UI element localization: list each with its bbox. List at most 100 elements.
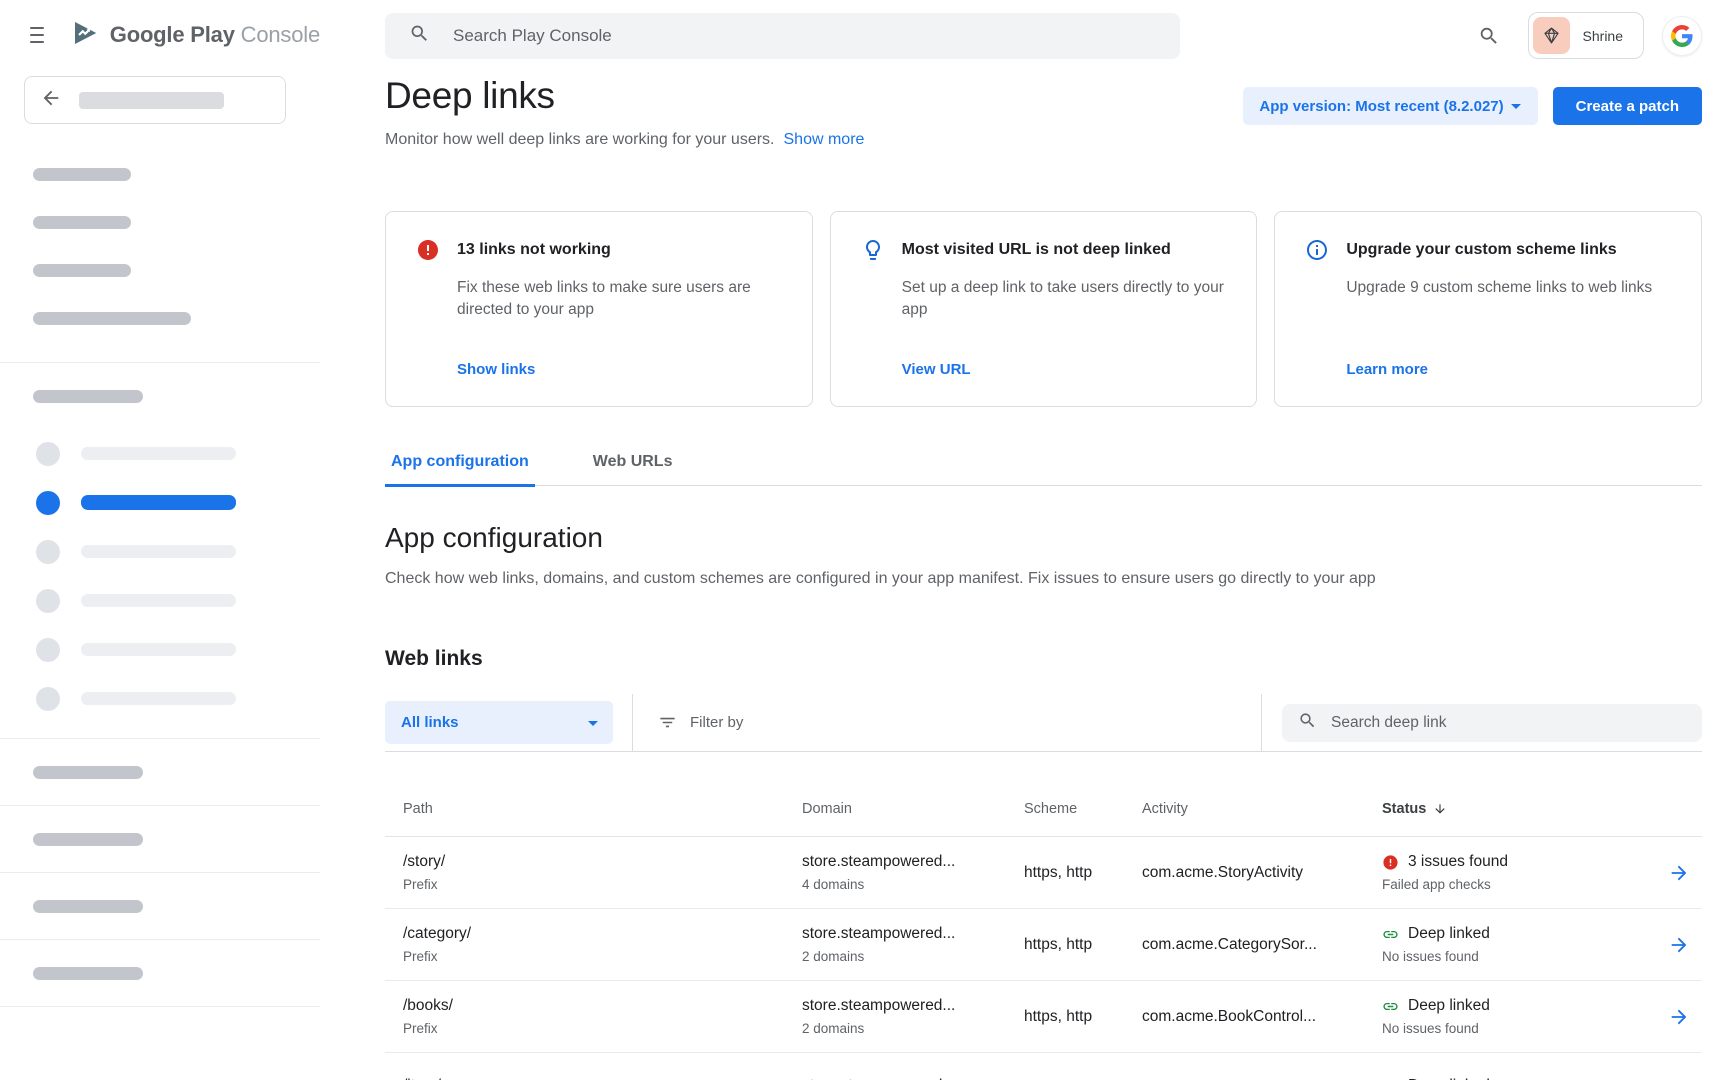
nav-dot-icon xyxy=(36,491,60,515)
row-detail-arrow[interactable] xyxy=(1668,934,1702,956)
nav-dot-icon xyxy=(36,638,60,662)
deep-link-search-input[interactable] xyxy=(1331,714,1688,732)
back-navigation[interactable] xyxy=(24,76,286,124)
nav-dot-icon xyxy=(36,687,60,711)
skeleton-bar xyxy=(33,168,131,181)
show-links-link[interactable]: Show links xyxy=(457,361,788,378)
toolbar-divider xyxy=(1261,694,1262,751)
activity-value: com.acme.StoryActivity xyxy=(1142,864,1382,882)
error-icon xyxy=(416,238,440,262)
sidebar-section[interactable] xyxy=(0,940,320,1007)
sidebar-item[interactable] xyxy=(0,625,320,674)
table-row[interactable]: /story/Prefix store.steampowered...4 dom… xyxy=(385,837,1702,909)
play-console-logo-icon xyxy=(70,18,100,53)
play-console-logo[interactable]: Google Play Console xyxy=(70,18,320,53)
domain-count: 4 domains xyxy=(802,877,1024,892)
lightbulb-icon xyxy=(861,238,885,262)
skeleton-bar xyxy=(33,967,143,980)
sidebar-nav-items xyxy=(0,429,320,723)
show-more-link[interactable]: Show more xyxy=(784,131,865,148)
row-detail-arrow[interactable] xyxy=(1668,862,1702,884)
skeleton-bar xyxy=(33,766,143,779)
app-name: Shrine xyxy=(1583,28,1623,44)
skeleton-bar xyxy=(33,312,191,325)
menu-icon[interactable] xyxy=(30,22,44,48)
table-row[interactable]: /category/Prefix store.steampowered... 2 … xyxy=(385,909,1702,981)
tab-app-configuration[interactable]: App configuration xyxy=(385,453,535,487)
global-search[interactable] xyxy=(385,13,1180,59)
row-detail-arrow[interactable] xyxy=(1668,1006,1702,1028)
web-links-heading: Web links xyxy=(385,646,1702,672)
path-value: /books/ xyxy=(403,997,802,1015)
page-title: Deep links xyxy=(385,75,864,117)
sidebar-item-active-deep-links[interactable] xyxy=(0,478,320,527)
app-version-dropdown[interactable]: App version: Most recent (8.2.027) xyxy=(1243,87,1537,125)
scheme-value: https, http xyxy=(1024,864,1142,882)
card-most-visited-url: Most visited URL is not deep linked Set … xyxy=(830,211,1258,407)
learn-more-link[interactable]: Learn more xyxy=(1346,361,1677,378)
create-patch-button[interactable]: Create a patch xyxy=(1553,87,1702,125)
skeleton-bar xyxy=(81,692,236,705)
domain-count: 2 domains xyxy=(802,949,1024,964)
sidebar-item[interactable] xyxy=(0,674,320,723)
nav-dot-icon xyxy=(36,540,60,564)
arrow-forward-icon xyxy=(1668,1006,1690,1028)
search-icon xyxy=(1298,711,1317,735)
column-header-scheme[interactable]: Scheme xyxy=(1024,801,1142,817)
status-value: 3 issues found xyxy=(1408,853,1508,871)
sidebar-item[interactable] xyxy=(0,527,320,576)
path-type: Prefix xyxy=(403,949,802,964)
column-header-path[interactable]: Path xyxy=(385,801,802,817)
skeleton-bar xyxy=(79,92,224,109)
card-title: Most visited URL is not deep linked xyxy=(902,241,1171,259)
column-header-activity[interactable]: Activity xyxy=(1142,801,1382,817)
domain-value: store.steampowered... xyxy=(802,997,1024,1015)
sidebar-section[interactable] xyxy=(0,739,320,806)
toolbar-divider xyxy=(632,694,633,751)
scheme-value: https, http xyxy=(1024,1008,1142,1026)
card-upgrade-schemes: Upgrade your custom scheme links Upgrade… xyxy=(1274,211,1702,407)
sidebar-nav-skeleton xyxy=(33,168,320,325)
sidebar-section[interactable] xyxy=(0,806,320,873)
card-links-not-working: 13 links not working Fix these web links… xyxy=(385,211,813,407)
global-search-input[interactable] xyxy=(453,26,1160,46)
domain-count: 2 domains xyxy=(802,1021,1024,1036)
sidebar-section[interactable] xyxy=(0,873,320,940)
search-icon xyxy=(409,23,430,49)
path-type: Prefix xyxy=(403,877,802,892)
skeleton-bar xyxy=(33,900,143,913)
page-header: Deep links Monitor how well deep links a… xyxy=(385,75,1702,149)
tab-bar: App configuration Web URLs xyxy=(385,453,1702,486)
skeleton-bar xyxy=(81,447,236,460)
view-url-link[interactable]: View URL xyxy=(902,361,1233,378)
table-row[interactable]: /item/ store.steampowered... Deep linked xyxy=(385,1053,1702,1080)
path-value: /category/ xyxy=(403,925,802,943)
app-thumbnail xyxy=(1533,17,1570,54)
sidebar-item[interactable] xyxy=(0,429,320,478)
chevron-down-icon xyxy=(1504,94,1528,118)
scheme-value: https, http xyxy=(1024,936,1142,954)
search-icon-button[interactable] xyxy=(1478,25,1500,47)
column-header-status[interactable]: Status xyxy=(1382,801,1642,817)
page-title-block: Deep links Monitor how well deep links a… xyxy=(385,75,864,149)
account-avatar[interactable] xyxy=(1662,16,1702,56)
links-filter-dropdown[interactable]: All links xyxy=(385,701,613,744)
filter-by-button[interactable]: Filter by xyxy=(658,713,743,732)
skeleton-bar xyxy=(81,643,236,656)
link-icon xyxy=(1382,998,1399,1015)
domain-value: store.steampowered... xyxy=(802,925,1024,943)
card-title: Upgrade your custom scheme links xyxy=(1346,241,1616,259)
tab-web-urls[interactable]: Web URLs xyxy=(587,453,679,487)
status-detail: No issues found xyxy=(1382,1021,1642,1036)
sidebar-item[interactable] xyxy=(0,576,320,625)
filter-icon xyxy=(658,713,677,732)
app-selector[interactable]: Shrine xyxy=(1528,12,1644,59)
deep-link-search[interactable] xyxy=(1282,704,1702,742)
main-content: Shrine Deep links Monitor how well deep … xyxy=(320,0,1728,1080)
column-header-domain[interactable]: Domain xyxy=(802,801,1024,817)
top-bar-actions: Shrine xyxy=(1478,12,1702,59)
skeleton-bar xyxy=(81,594,236,607)
arrow-forward-icon xyxy=(1668,862,1690,884)
table-row[interactable]: /books/Prefix store.steampowered... 2 dom… xyxy=(385,981,1702,1053)
path-type: Prefix xyxy=(403,1021,802,1036)
